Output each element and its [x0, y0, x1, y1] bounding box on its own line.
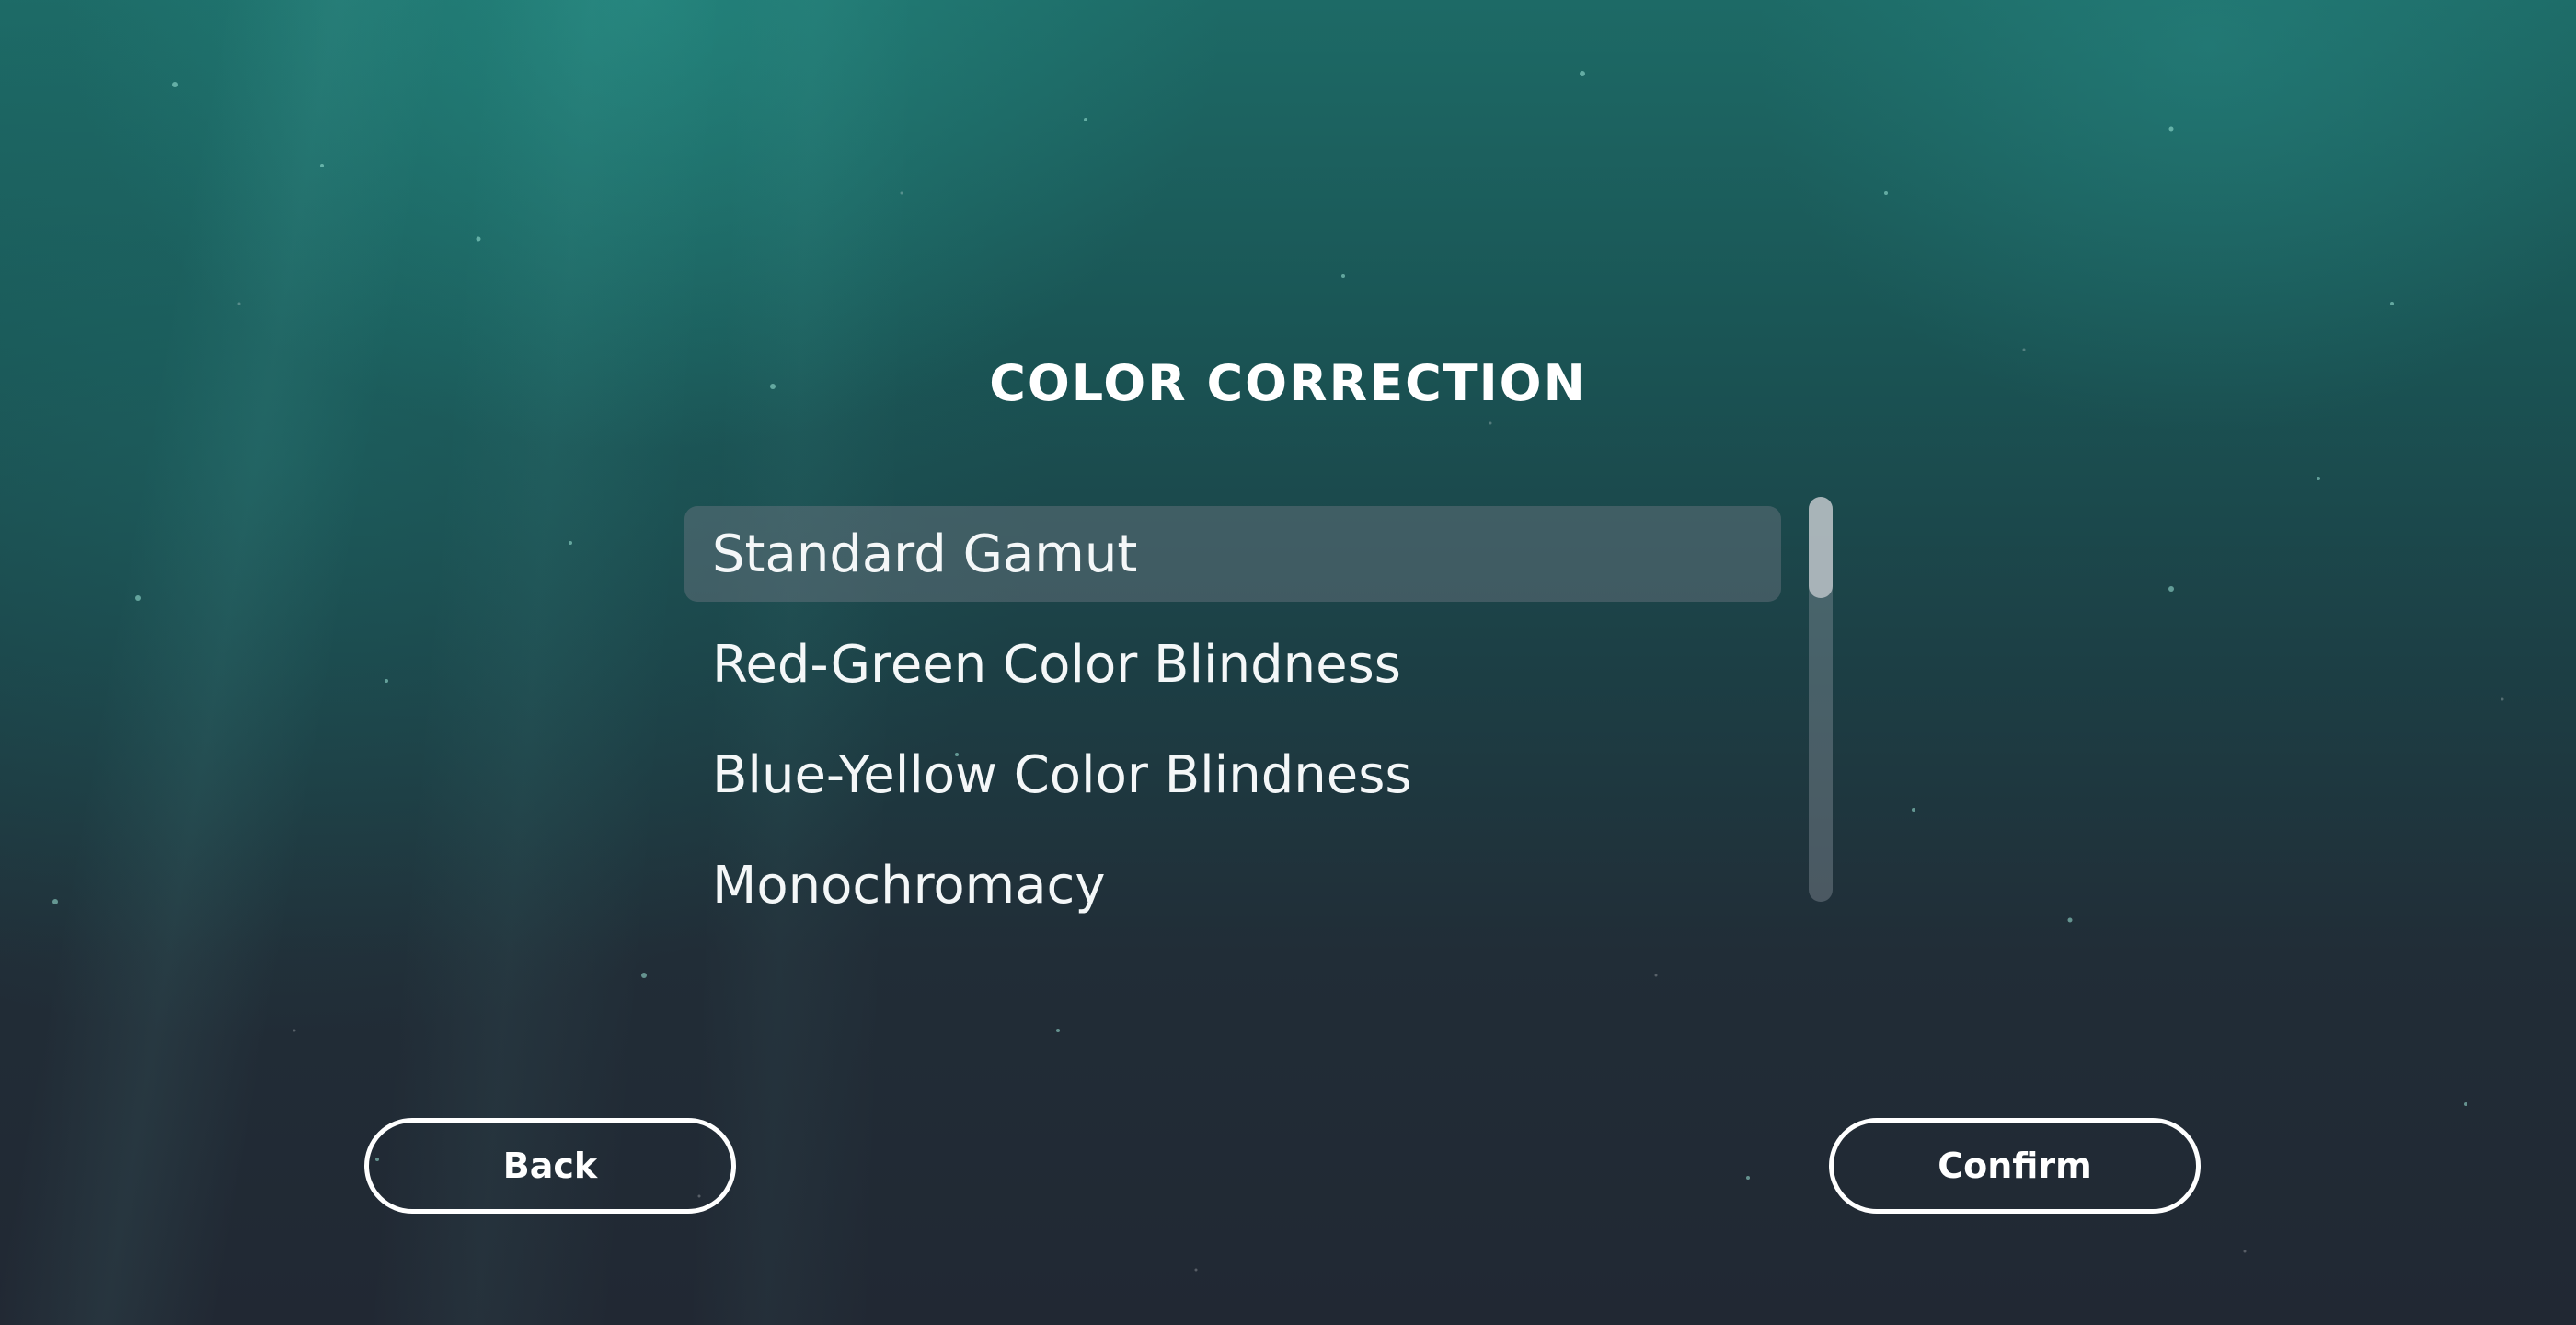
option-red-green-color-blindness[interactable]: Red-Green Color Blindness	[684, 616, 1781, 712]
options-scrollbar[interactable]	[1809, 497, 1833, 902]
option-standard-gamut[interactable]: Standard Gamut	[684, 506, 1781, 602]
back-button[interactable]: Back	[364, 1118, 736, 1214]
confirm-button[interactable]: Confirm	[1829, 1118, 2201, 1214]
options-scrollbar-thumb[interactable]	[1809, 497, 1833, 598]
option-monochromacy[interactable]: Monochromacy	[684, 837, 1781, 933]
option-blue-yellow-color-blindness[interactable]: Blue-Yellow Color Blindness	[684, 727, 1781, 823]
page-title: COLOR CORRECTION	[989, 354, 1587, 412]
color-correction-options-list: Standard Gamut Red-Green Color Blindness…	[684, 506, 1781, 948]
